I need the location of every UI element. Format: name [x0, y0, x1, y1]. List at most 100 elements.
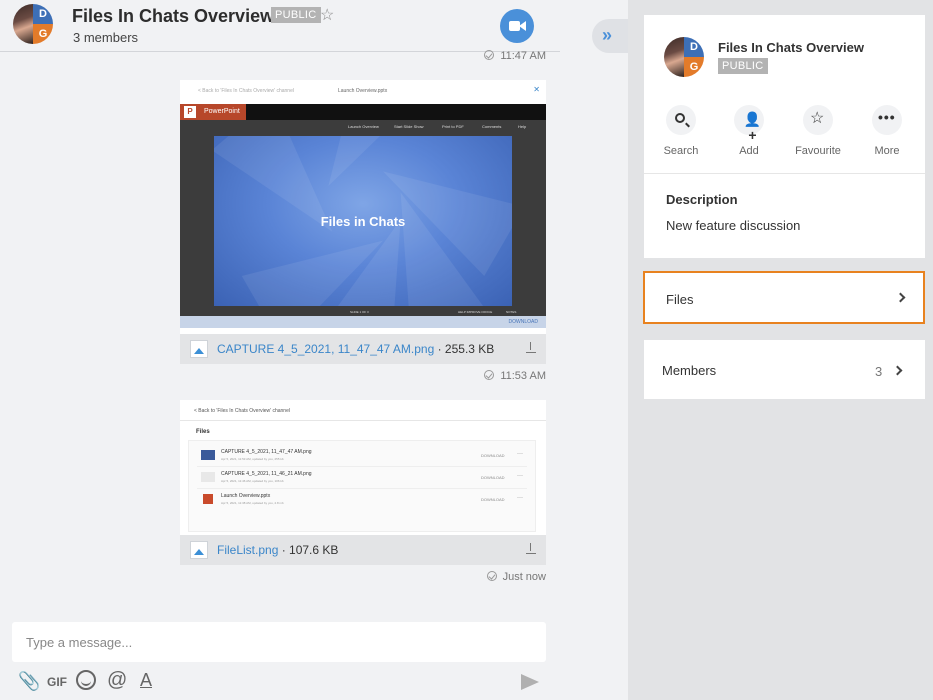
preview-topbar: < Back to 'Files In Chats Overview' chan…: [180, 80, 546, 104]
list-item: CAPTURE 4_5_2021, 11_46_21 AM.png Apr 5,…: [197, 467, 527, 489]
star-icon: ☆: [803, 105, 833, 135]
more-dots-icon: ···: [517, 473, 523, 479]
image-attachment[interactable]: < Back to 'Files In Chats Overview' chan…: [180, 400, 546, 565]
gif-button[interactable]: GIF: [47, 675, 67, 689]
list-item: CAPTURE 4_5_2021, 11_47_47 AM.png Apr 5,…: [197, 445, 527, 467]
toolbar-item: Comments: [482, 124, 502, 129]
message-input[interactable]: [12, 622, 546, 662]
channel-avatar[interactable]: D G: [13, 4, 53, 44]
file-size: · 255.3 KB: [434, 342, 495, 356]
favourite-star-icon[interactable]: ☆: [320, 5, 334, 25]
toolbar-item: Start Slide Show: [394, 124, 424, 129]
image-attachment[interactable]: < Back to 'Files In Chats Overview' chan…: [180, 80, 546, 364]
avatar-letter-d: D: [684, 37, 704, 57]
download-icon[interactable]: [526, 342, 536, 354]
list-item-name: CAPTURE 4_5_2021, 11_47_47 AM.png: [221, 449, 312, 455]
powerpoint-bar: P PowerPoint: [180, 104, 546, 120]
channel-title: Files In Chats Overview: [72, 6, 275, 26]
chevron-right-icon: [895, 292, 906, 303]
toolbar-item: Print to PDF: [442, 124, 464, 129]
avatar-letter-g: G: [33, 24, 53, 44]
action-label: Search: [663, 145, 699, 157]
description-text: New feature discussion: [666, 218, 801, 233]
panel-channel-title: Files In Chats Overview: [718, 40, 864, 55]
action-label: Add: [739, 145, 759, 157]
slide-thumbnail: Files in Chats: [214, 136, 512, 306]
send-icon[interactable]: [521, 674, 539, 690]
paperclip-icon[interactable]: 📎: [18, 671, 40, 692]
preview-back-link: < Back to 'Files In Chats Overview' chan…: [198, 88, 294, 94]
preview-file-list: CAPTURE 4_5_2021, 11_47_47 AM.png Apr 5,…: [188, 440, 536, 532]
channel-avatar: D G: [664, 37, 704, 77]
avatar-photo: [13, 4, 33, 44]
search-icon: [666, 105, 696, 135]
preview-divider: [180, 420, 546, 421]
composer-toolbar: 📎 GIF @ A: [14, 669, 544, 694]
list-item: Launch Overview.pptx Apr 5, 2021, 11:38 …: [197, 489, 527, 511]
toolbar-item: Launch Overview: [348, 124, 379, 129]
add-person-icon: 👤+: [734, 105, 764, 143]
channel-header: D G Files In Chats Overview PUBLIC ☆ 3 m…: [0, 0, 560, 52]
description-heading: Description: [666, 192, 738, 207]
avatar-photo: [664, 37, 684, 77]
file-thumb: [203, 494, 213, 504]
preview-download-strip: DOWNLOAD: [180, 316, 546, 328]
read-check-icon: [486, 571, 497, 581]
members-label: Members: [662, 363, 717, 378]
read-check-icon: [484, 370, 495, 380]
file-name-link[interactable]: FileList.png · 107.6 KB: [217, 543, 338, 557]
public-badge: PUBLIC: [718, 58, 768, 74]
channel-info-panel: D G Files In Chats Overview PUBLIC Searc…: [628, 0, 933, 700]
video-camera-lens: [519, 21, 526, 31]
message-timestamp: 11:47 AM: [440, 50, 546, 62]
preview-back-link: < Back to 'Files In Chats Overview' chan…: [194, 408, 290, 414]
download-icon[interactable]: [526, 543, 536, 555]
list-item-download: DOWNLOAD: [481, 453, 505, 458]
more-button[interactable]: ••• More: [857, 105, 917, 157]
slide-stage: Launch Overview Start Slide Show Print t…: [180, 120, 546, 316]
divider: [644, 173, 925, 174]
members-row[interactable]: Members 3: [644, 340, 925, 399]
add-member-button[interactable]: 👤+ Add: [719, 105, 779, 157]
list-item-meta: Apr 5, 2021, 11:38 AM, updated by you, 2…: [221, 501, 284, 505]
image-file-icon: [190, 541, 208, 559]
preview-files-heading: Files: [196, 429, 210, 435]
list-item-download: DOWNLOAD: [481, 475, 505, 480]
list-item-name: Launch Overview.pptx: [221, 493, 271, 499]
chat-pane: D G Files In Chats Overview PUBLIC ☆ 3 m…: [0, 0, 628, 700]
action-label: More: [874, 145, 900, 157]
files-row[interactable]: Files: [643, 271, 925, 324]
file-thumb: [201, 472, 215, 482]
members-count: 3: [875, 364, 883, 379]
more-dots-icon: ···: [517, 495, 523, 501]
search-button[interactable]: Search: [651, 105, 711, 157]
slide-nav: SLIDE 1 OF 3 HELP IMPROVE OFFICE NOTES: [180, 308, 546, 316]
slide-toolbar: Launch Overview Start Slide Show Print t…: [180, 120, 546, 134]
list-item-download: DOWNLOAD: [481, 497, 505, 502]
collapse-panel-icon[interactable]: »: [592, 19, 628, 53]
preview-close-icon: ✕: [533, 85, 540, 94]
list-item-meta: Apr 5, 2021, 11:53 AM, updated by you, 2…: [221, 457, 284, 461]
powerpoint-logo: P PowerPoint: [180, 104, 246, 120]
powerpoint-icon: P: [184, 106, 196, 118]
read-check-icon: [484, 50, 495, 60]
file-bar: CAPTURE 4_5_2021, 11_47_47 AM.png · 255.…: [180, 334, 546, 364]
action-label: Favourite: [795, 145, 841, 157]
toolbar-item: Help: [518, 124, 527, 129]
mention-button[interactable]: @: [107, 669, 127, 692]
text-format-button[interactable]: A: [140, 670, 152, 691]
notes-label: NOTES: [506, 310, 517, 314]
favourite-button[interactable]: ☆ Favourite: [788, 105, 848, 157]
nav-right-text: HELP IMPROVE OFFICE: [458, 310, 493, 314]
slide-counter: SLIDE 1 OF 3: [350, 310, 369, 314]
files-label: Files: [666, 292, 694, 307]
avatar-letter-d: D: [33, 4, 53, 24]
file-size: · 107.6 KB: [278, 543, 339, 557]
file-bar: FileList.png · 107.6 KB: [180, 535, 546, 565]
member-count[interactable]: 3 members: [73, 30, 138, 45]
emoji-icon[interactable]: [76, 670, 96, 690]
list-item-name: CAPTURE 4_5_2021, 11_46_21 AM.png: [221, 471, 312, 477]
image-file-icon: [190, 340, 208, 358]
video-call-button[interactable]: [500, 9, 534, 43]
file-name-link[interactable]: CAPTURE 4_5_2021, 11_47_47 AM.png · 255.…: [217, 342, 494, 356]
